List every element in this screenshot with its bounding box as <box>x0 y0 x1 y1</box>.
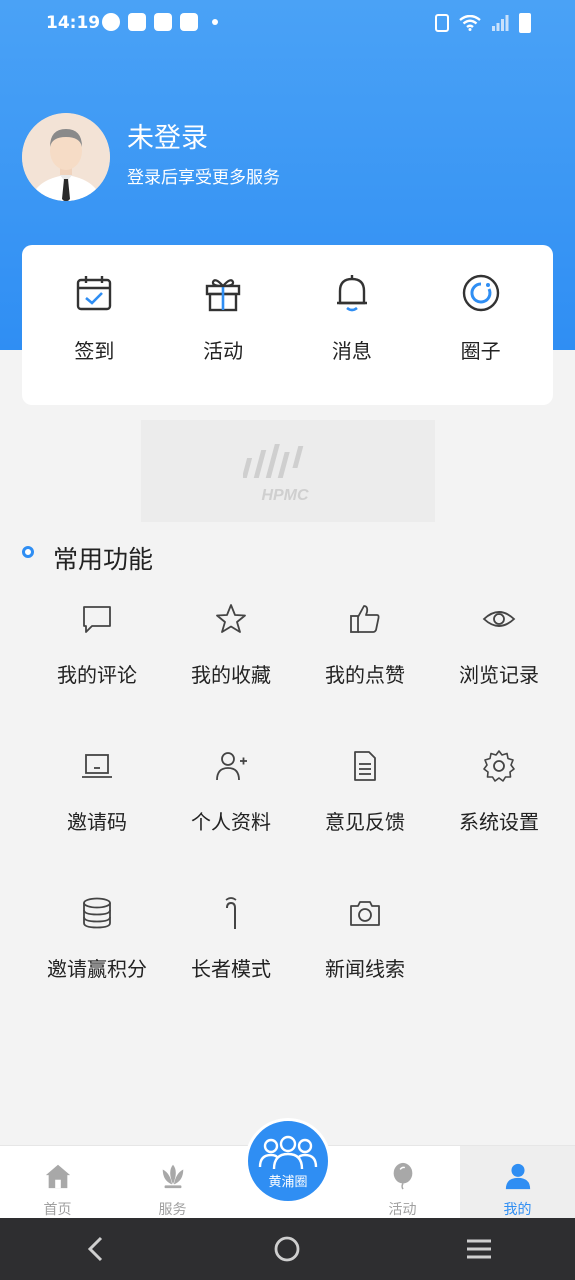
section-title: 常用功能 <box>53 545 154 574</box>
tab-services[interactable]: 服务 <box>115 1146 230 1219</box>
function-my-favorites[interactable]: 我的收藏 <box>164 590 298 737</box>
function-label: 邀请码 <box>67 810 127 834</box>
function-label: 我的收藏 <box>191 663 271 687</box>
lotus-icon <box>162 1164 183 1189</box>
function-invite-code[interactable]: 邀请码 <box>30 737 164 884</box>
balloon-icon <box>393 1162 412 1190</box>
home-circle-icon <box>275 1236 300 1262</box>
function-grid: 我的评论 我的收藏 我的点赞 浏览记录 邀请码 个人资料 意见反馈 系统设置 邀… <box>30 590 566 1031</box>
tab-label: 首页 <box>43 1202 72 1218</box>
system-icons <box>435 13 531 33</box>
function-label: 意见反馈 <box>325 810 405 834</box>
function-browse-history[interactable]: 浏览记录 <box>432 590 566 737</box>
username[interactable]: 未登录 <box>127 116 208 155</box>
laptop-icon <box>82 754 112 778</box>
quick-action-label: 签到 <box>74 339 115 363</box>
function-my-comments[interactable]: 我的评论 <box>30 590 164 737</box>
tab-label: 服务 <box>158 1202 187 1218</box>
recents-button[interactable] <box>449 1219 509 1279</box>
section-marker-icon <box>22 546 34 558</box>
hpmc-logo: HPMC <box>243 444 309 504</box>
quick-action-label: 消息 <box>331 339 372 363</box>
function-label: 邀请赢积分 <box>47 957 147 981</box>
tab-label: 黄浦圈 <box>268 1175 308 1190</box>
add-user-icon <box>216 752 247 781</box>
database-icon <box>83 897 111 929</box>
function-elder-mode[interactable]: 长者模式 <box>164 884 298 1031</box>
cane-icon <box>225 897 237 929</box>
home-button[interactable] <box>257 1219 317 1279</box>
shopping-bag-icon <box>154 13 172 31</box>
avatar-person-icon <box>22 113 110 201</box>
document-icon <box>354 751 376 781</box>
back-icon <box>87 1236 102 1262</box>
function-invite-points[interactable]: 邀请赢积分 <box>30 884 164 1031</box>
camera-icon <box>350 901 380 926</box>
gift-icon <box>205 279 241 312</box>
function-label: 系统设置 <box>459 810 539 834</box>
battery-icon <box>519 13 531 33</box>
notification-app-icon <box>102 13 120 31</box>
group-icon <box>258 1135 318 1170</box>
star-icon <box>216 604 246 633</box>
system-navigation-bar <box>0 1218 575 1280</box>
vibrate-icon <box>435 14 449 32</box>
function-feedback[interactable]: 意见反馈 <box>298 737 432 884</box>
tab-activities[interactable]: 活动 <box>345 1146 460 1219</box>
function-profile[interactable]: 个人资料 <box>164 737 298 884</box>
hpmc-logo-text: HPMC <box>261 487 309 504</box>
function-news-tips[interactable]: 新闻线索 <box>298 884 432 1031</box>
wifi-icon <box>459 15 481 31</box>
circle-refresh-icon <box>462 274 499 312</box>
quick-action-label: 活动 <box>203 339 244 363</box>
signal-icon <box>492 15 509 31</box>
person-icon <box>505 1163 530 1190</box>
shopping-bag-icon <box>180 13 198 31</box>
quick-actions-card: 签到 活动 消息 圈子 <box>22 245 553 405</box>
function-label: 新闻线索 <box>325 957 405 981</box>
function-label: 我的点赞 <box>325 663 405 687</box>
function-label: 长者模式 <box>191 957 271 981</box>
quick-action-checkin[interactable]: 签到 <box>39 265 149 385</box>
quick-action-circle[interactable]: 圈子 <box>426 265 536 385</box>
quick-action-messages[interactable]: 消息 <box>297 265 407 385</box>
eye-icon <box>482 611 516 627</box>
avatar[interactable] <box>22 113 110 201</box>
menu-icon <box>467 1239 492 1259</box>
calendar-check-icon <box>77 276 112 311</box>
notification-icons <box>102 13 218 31</box>
comment-icon <box>83 606 111 633</box>
status-bar: 14:19 <box>0 0 575 48</box>
quick-action-label: 圈子 <box>460 339 501 363</box>
tab-mine[interactable]: 我的 <box>460 1146 575 1219</box>
home-icon <box>45 1164 70 1189</box>
tab-label: 我的 <box>503 1202 532 1218</box>
login-hint[interactable]: 登录后享受更多服务 <box>127 163 280 188</box>
more-notifications-icon <box>212 19 218 25</box>
tab-huangpu-circle[interactable]: 黄浦圈 <box>245 1118 331 1204</box>
tab-home[interactable]: 首页 <box>0 1146 115 1219</box>
bell-icon <box>336 275 367 312</box>
tab-label: 活动 <box>388 1202 417 1218</box>
quick-action-activity[interactable]: 活动 <box>168 265 278 385</box>
function-my-likes[interactable]: 我的点赞 <box>298 590 432 737</box>
gear-icon <box>483 750 515 782</box>
shopping-bag-icon <box>128 13 146 31</box>
status-time: 14:19 <box>46 13 101 33</box>
back-button[interactable] <box>66 1219 126 1279</box>
thumbs-up-icon <box>350 605 380 633</box>
function-label: 浏览记录 <box>459 663 539 687</box>
banner-placeholder[interactable]: HPMC <box>141 420 435 522</box>
function-settings[interactable]: 系统设置 <box>432 737 566 884</box>
function-label: 个人资料 <box>191 810 271 834</box>
function-label: 我的评论 <box>57 663 137 687</box>
